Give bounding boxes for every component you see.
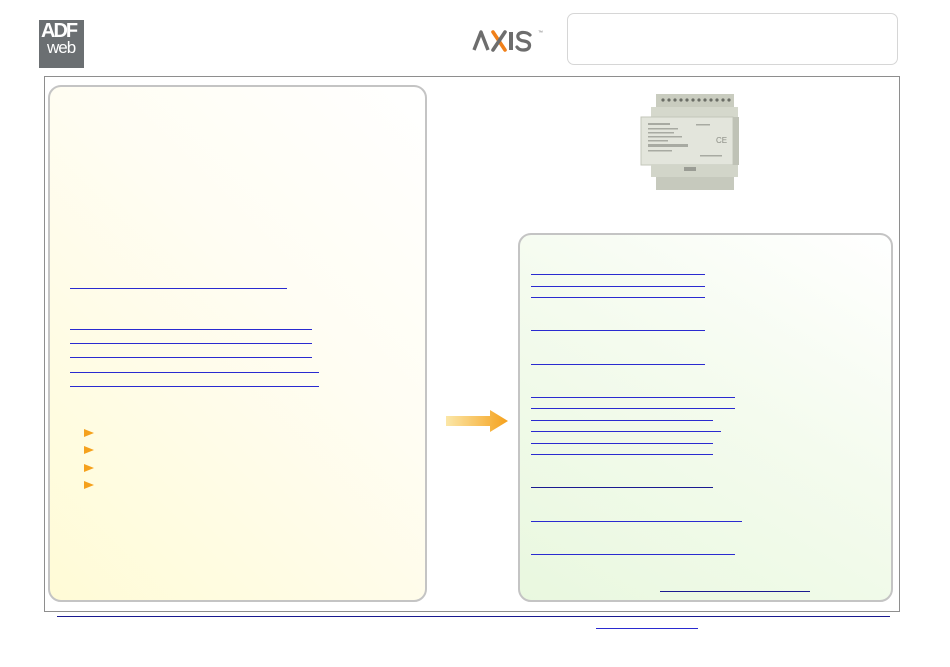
bullet-icon [84, 481, 94, 489]
link-line[interactable] [531, 420, 713, 421]
link-line[interactable] [531, 364, 705, 365]
link-line[interactable] [70, 372, 319, 373]
specs-panel [518, 233, 893, 602]
link-line[interactable] [531, 487, 713, 488]
link-line[interactable] [531, 431, 721, 432]
link-line[interactable] [70, 329, 312, 330]
axis-logo: ™ [472, 30, 543, 52]
link-line[interactable] [660, 591, 810, 592]
bullet-icon [84, 446, 94, 454]
link-line[interactable] [70, 357, 312, 358]
arrow-right-icon [446, 410, 508, 432]
link-line[interactable] [70, 343, 312, 344]
svg-text:CE: CE [716, 136, 727, 145]
trademark-mark: ™ [538, 30, 543, 36]
footer-link-line[interactable] [596, 628, 698, 629]
footer-divider [57, 616, 890, 617]
logo-text-line2: web [47, 38, 76, 57]
link-line[interactable] [531, 330, 705, 331]
link-line[interactable] [531, 554, 735, 555]
adfweb-logo: ADF web [39, 20, 84, 68]
link-line[interactable] [531, 408, 735, 409]
link-line[interactable] [531, 521, 742, 522]
link-line[interactable] [531, 286, 705, 287]
bullet-icon [84, 464, 94, 472]
device-image: CE [640, 94, 739, 190]
link-line[interactable] [70, 288, 287, 289]
link-line[interactable] [531, 297, 705, 298]
bullet-icon [84, 429, 94, 437]
link-line[interactable] [531, 443, 713, 444]
link-line[interactable] [531, 397, 735, 398]
link-line[interactable] [70, 386, 319, 387]
link-line[interactable] [531, 274, 705, 275]
link-line[interactable] [531, 454, 713, 455]
document-info-box [567, 13, 898, 65]
